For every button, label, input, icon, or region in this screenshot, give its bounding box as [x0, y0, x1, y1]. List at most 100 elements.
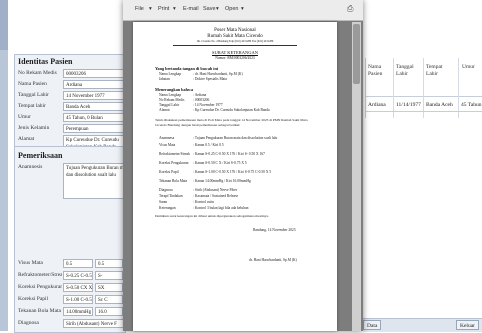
field-label: Tempat lahir	[18, 103, 46, 109]
menu-chevron-icon[interactable]: ▾	[216, 6, 219, 12]
field-label: Koreksi Papil	[18, 296, 49, 302]
exam-row: Tekanan Bola Mata 14.00mmHg 16.0	[18, 307, 123, 317]
field-label: No Rekam Medis	[18, 70, 57, 76]
patient-identity-panel: Identitas Pasien No Rekam Medis 00003206…	[14, 54, 133, 149]
field-label: Anamnesis	[18, 164, 43, 170]
table-header: Tanggal Lahir	[396, 64, 414, 77]
email-menu[interactable]: E-mail	[183, 6, 199, 12]
examination-panel: Pemeriksaan Anamnesis Tujuan Pengukuran …	[14, 146, 133, 333]
iop-left-input[interactable]: 16.0	[95, 307, 123, 316]
field-label: Tanggal Lahir	[18, 92, 49, 98]
column-divider	[458, 58, 459, 118]
signer-section-title: Yang bertanda tangan di bawah ini	[155, 66, 218, 71]
exam-row: Koreksi Pengukuran S-0.50 CX X1 = SX	[18, 283, 123, 293]
patient-row: No Rekam Medis: 00003206	[159, 98, 210, 102]
field-label: Umur	[18, 114, 31, 120]
print-menu[interactable]: Print	[158, 6, 169, 12]
visus-right-input[interactable]: 0.5	[63, 259, 93, 268]
field-label: Visus Mata	[18, 260, 43, 266]
field-label: Diagnosa	[18, 320, 39, 326]
exam-result-row: Koreksi Pengukuran: Kanan S-0.50 C X / K…	[159, 161, 247, 165]
patient-section-title: Menerangkan bahwa	[155, 87, 194, 92]
visus-left-input[interactable]: 0.5	[95, 259, 123, 268]
preview-toolbar: File ▾ Print ▾ E-mail Save ▾ Open ▾ ⎙	[123, 0, 363, 21]
field-row: No Rekam Medis 00003206	[18, 69, 133, 79]
field-row: Nama Pasien Ardiana	[18, 80, 133, 90]
row-divider	[366, 111, 482, 112]
bottom-button-bar: Data Keluar	[363, 318, 482, 332]
field-label: Nama Pasien	[18, 81, 47, 87]
place-date: Bandung, 14 November 2023	[253, 228, 296, 232]
closing-paragraph: Demikian surat keterangan ini dibuat unt…	[155, 214, 269, 218]
exam-result-row: Koreksi Papil: Kanan S-1.00 C-0.50 X 176…	[159, 170, 272, 174]
patient-row: Tanggal Lahir: 14 November 1977	[159, 103, 223, 107]
koreksi-papil-left-input[interactable]: Sc C	[95, 295, 123, 304]
hospital-name-line1: Poser Mata Nasional	[214, 28, 256, 33]
field-label: Jenis Kelamin	[18, 125, 50, 131]
header-rule	[173, 45, 297, 46]
field-row: Tempat lahir Banda Aceh	[18, 102, 133, 112]
document-title: SURAT KETERANGAN	[211, 50, 259, 55]
signer-row: Jabatan: Dokter Spesialis Mata	[159, 77, 227, 81]
print-preview-dialog: File ▾ Print ▾ E-mail Save ▾ Open ▾ ⎙ Po…	[123, 0, 363, 331]
koreksi-papil-right-input[interactable]: S-1.00 C-0.50 X	[63, 295, 93, 304]
koreksi-pengukuran-left-input[interactable]: SX	[95, 283, 123, 292]
patient-table: Nama Pasien Tanggal Lahir Tempat Lahir U…	[365, 58, 482, 118]
exam-result-row: Tekanan Bola Mata: Kanan 14.00mmHg / Kir…	[159, 179, 251, 183]
hospital-address: Jln. Cicendo No. 4 Bandung Telp (022) 42…	[196, 40, 274, 43]
save-menu[interactable]: Save	[203, 6, 216, 12]
exam-result-row: Saran: Kontrol rutin	[159, 200, 214, 204]
document-page: Poser Mata Nasional Rumah Sakit Mata Cic…	[133, 22, 337, 331]
exam-result-row: Diagnosa: Sirih (Abdusant) Nerve Fiber	[159, 188, 238, 192]
intro-paragraph: Telah dilakukan pemeriksaan mata di Poli…	[155, 118, 308, 127]
table-header: Tempat Lahir	[426, 64, 443, 77]
document-number: Nomor: RM/0003206/2023	[215, 56, 255, 60]
field-label: Refraktometer/Streak	[18, 272, 62, 278]
exit-button[interactable]: Keluar	[456, 320, 479, 330]
table-header: Umur	[462, 64, 475, 70]
patient-row: Alamat: Kp Cureudue Dr. Cureudu Sukolanj…	[159, 108, 270, 112]
exam-row: Koreksi Papil S-1.00 C-0.50 X Sc C	[18, 295, 123, 305]
refraktometer-left-input[interactable]: S-	[95, 271, 123, 280]
side-strip-header	[0, 0, 8, 50]
patient-panel-title: Identitas Pasien	[18, 57, 73, 66]
signer-row: Nama Lengkap: dr. Hani Harwhardanti, Sp.…	[159, 72, 243, 76]
exam-result-row: Anamnesa: Tujuan Pengukuran Buran mata d…	[159, 136, 278, 140]
exam-row: Visus Mata 0.5 0.5	[18, 259, 123, 269]
field-row: Tanggal Lahir 14 November 1977	[18, 91, 133, 101]
hospital-name-line2: Rumah Sakit Mata Cicendo	[207, 34, 263, 39]
exam-result-row: Keterangan: Kontrol 3 bulan lagi bila ad…	[159, 206, 249, 210]
field-row: Alamat Kp Cureudue Dr. Cureudu Sukolanju…	[18, 135, 133, 147]
field-row: Jenis Kelamin Perempuan	[18, 124, 133, 134]
doctor-signature-name: dr. Hani Harwhardanti, Sp.M (K)	[249, 258, 297, 262]
table-header: Nama Pasien	[368, 64, 383, 77]
exam-result-row: Visus Mata: Kanan 0.5 / Kiri 0.5	[159, 143, 224, 147]
iop-right-input[interactable]: 14.00mmHg	[63, 307, 93, 316]
menu-chevron-icon[interactable]: ▾	[149, 6, 152, 12]
exam-result-row: Terapi/Tindakan: Kacamata / Sustained Re…	[159, 194, 239, 198]
exam-result-row: Refraktometer/Streak: Kanan S-0.25 C-0.5…	[159, 152, 265, 156]
printer-icon[interactable]: ⎙	[347, 4, 355, 14]
file-menu[interactable]: File	[135, 6, 144, 12]
open-menu[interactable]: Open	[225, 6, 238, 12]
data-button[interactable]: Data	[363, 320, 382, 330]
table-cell[interactable]: Ardiana	[368, 102, 386, 108]
table-cell[interactable]: Banda Aceh	[426, 102, 453, 108]
menu-chevron-icon[interactable]: ▾	[173, 6, 176, 12]
column-divider	[423, 58, 424, 118]
patient-row: Nama Lengkap: Ardiana	[159, 93, 207, 97]
koreksi-pengukuran-right-input[interactable]: S-0.50 CX X1 =	[63, 283, 93, 292]
field-row: Umur 45 Tahun, 0 Bulan	[18, 113, 133, 123]
field-label: Koreksi Pengukuran	[18, 284, 62, 290]
exam-row: Refraktometer/Streak S-0.25 C-0.50 X S-	[18, 271, 123, 281]
table-cell[interactable]: 11/14/1977	[396, 102, 421, 108]
field-label: Tekanan Bola Mata	[18, 308, 61, 314]
column-divider	[393, 58, 394, 118]
table-cell[interactable]: 45 Tahun	[461, 102, 481, 108]
table-divider	[366, 96, 482, 97]
field-label: Alamat	[18, 136, 35, 142]
scrollbar-thumb[interactable]	[353, 24, 360, 84]
menu-chevron-icon[interactable]: ▾	[241, 6, 244, 12]
refraktometer-right-input[interactable]: S-0.25 C-0.50 X	[63, 271, 93, 280]
exam-row: Diagnosa Sirih (Abdusant) Nerve F	[18, 319, 133, 329]
